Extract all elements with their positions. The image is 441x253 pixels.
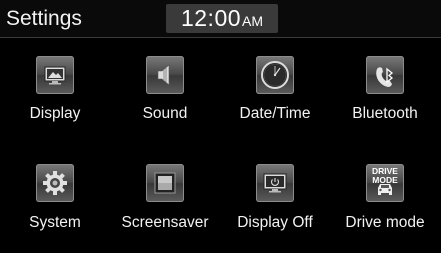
sound-label: Sound [142, 105, 188, 122]
speaker-icon [146, 56, 184, 94]
screensaver-button[interactable]: Screensaver [110, 150, 220, 248]
bluetooth-button[interactable]: Bluetooth [330, 38, 440, 136]
display-label: Display [29, 105, 81, 122]
bluetooth-phone-icon [366, 56, 404, 94]
bluetooth-label: Bluetooth [352, 105, 418, 122]
clock-icon [256, 56, 294, 94]
system-button[interactable]: System [0, 150, 110, 248]
display-off-label: Display Off [237, 214, 313, 231]
screensaver-icon [146, 164, 184, 202]
header-bar: Settings 12:00AM [0, 0, 441, 37]
car-icon: DRIVE MODE [366, 164, 404, 202]
screensaver-label: Screensaver [121, 214, 209, 231]
display-power-icon [256, 164, 294, 202]
clock-time: 12:00 [180, 5, 242, 31]
display-icon [36, 56, 74, 94]
system-label: System [29, 214, 81, 231]
date-time-label: Date/Time [239, 105, 311, 122]
sound-button[interactable]: Sound [110, 38, 220, 136]
display-off-button[interactable]: Display Off [220, 150, 330, 248]
settings-screen: Settings 12:00AM Display Sound Date/Time… [0, 0, 441, 253]
date-time-button[interactable]: Date/Time [220, 38, 330, 136]
page-title: Settings [6, 7, 82, 30]
clock-ampm: AM [242, 13, 264, 29]
drive-mode-label: Drive mode [345, 214, 425, 231]
display-button[interactable]: Display [0, 38, 110, 136]
drive-mode-button[interactable]: DRIVE MODE Drive mode [330, 150, 440, 248]
gear-icon [36, 164, 74, 202]
clock-display: 12:00AM [166, 4, 278, 33]
